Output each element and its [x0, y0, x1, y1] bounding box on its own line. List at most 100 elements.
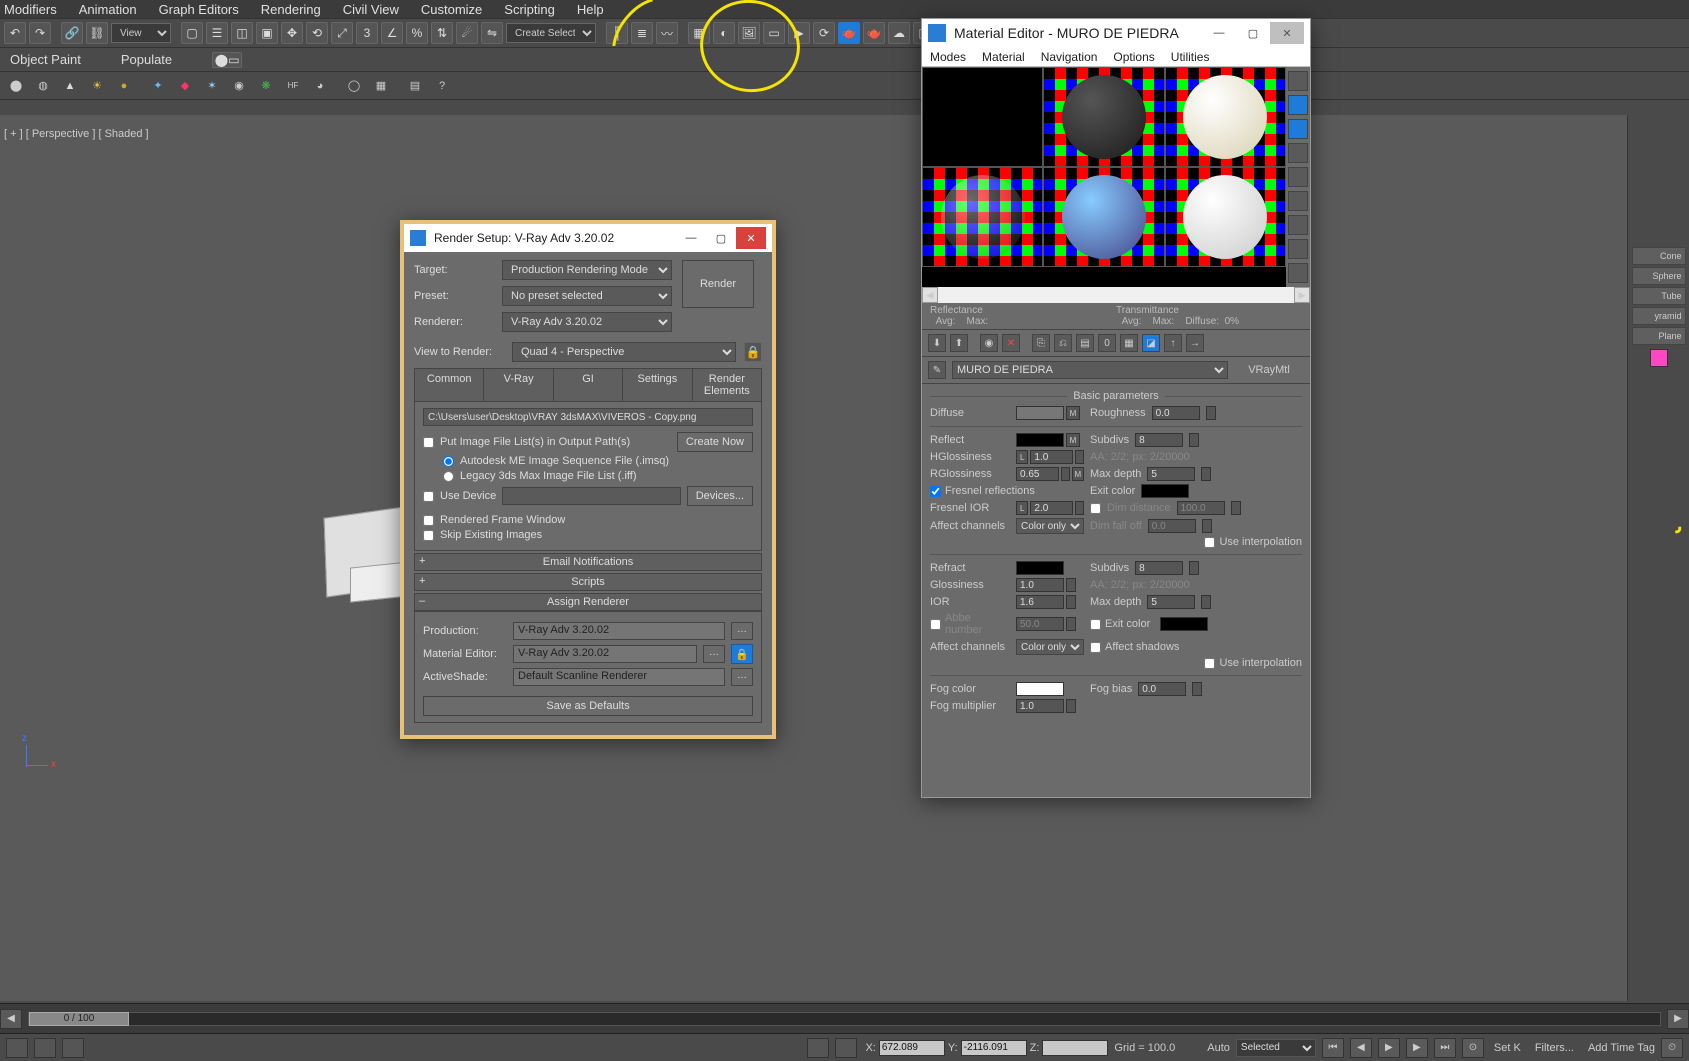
reflect-swatch[interactable] — [1016, 433, 1064, 447]
roughness-spinner[interactable]: 0.0 — [1152, 406, 1200, 420]
populate-label[interactable]: Populate — [121, 52, 172, 67]
affect-channels-select[interactable]: Color only — [1016, 518, 1084, 534]
refract-subdivs-spinner[interactable]: 8 — [1135, 561, 1183, 575]
save-as-defaults-button[interactable]: Save as Defaults — [423, 696, 753, 716]
maximize-icon[interactable]: ▢ — [706, 227, 736, 249]
rollout-email[interactable]: +Email Notifications — [414, 553, 762, 571]
diffuse-map-button[interactable]: M — [1066, 406, 1080, 420]
abbe-spinner[interactable]: 50.0 — [1016, 617, 1064, 631]
video-color-icon[interactable] — [1288, 167, 1308, 187]
color-swatch[interactable] — [1650, 349, 1668, 367]
align-icon[interactable]: ║ — [606, 22, 628, 44]
time-slider[interactable]: 0 / 100 — [28, 1012, 1661, 1026]
setkey-label[interactable]: Set K — [1494, 1042, 1521, 1054]
diffuse-swatch[interactable] — [1016, 406, 1064, 420]
make-preview-icon[interactable] — [1288, 191, 1308, 211]
reflect-subdivs-spinner[interactable]: 8 — [1135, 433, 1183, 447]
ref-coord-combo[interactable]: View — [111, 23, 171, 43]
menu-customize[interactable]: Customize — [421, 2, 482, 17]
show-map-icon[interactable]: ▦ — [1120, 334, 1138, 352]
select-region-icon[interactable]: ◫ — [231, 22, 253, 44]
material-slot-2[interactable] — [1043, 67, 1164, 167]
material-slot-4[interactable] — [922, 167, 1043, 267]
move-icon[interactable]: ✥ — [281, 22, 303, 44]
unlink-icon[interactable]: ⛓ — [86, 22, 108, 44]
viewport-caption[interactable]: [ + ] [ Perspective ] [ Shaded ] — [0, 126, 153, 142]
rollout-assign-renderer[interactable]: –Assign Renderer — [414, 593, 762, 611]
refract-exitcolor-swatch[interactable] — [1160, 617, 1208, 631]
populate-toggle-icon[interactable]: ⬤▭ — [212, 52, 242, 68]
object-paint-label[interactable]: Object Paint — [10, 52, 81, 67]
autodesk-me-radio[interactable] — [443, 456, 454, 467]
material-editor-icon[interactable]: ◐ — [713, 22, 735, 44]
ior-spinner[interactable]: 1.6 — [1016, 595, 1064, 609]
material-slot-3[interactable] — [1165, 67, 1286, 167]
roughness-spin-btns[interactable] — [1206, 406, 1216, 420]
device-field[interactable] — [502, 487, 680, 505]
glossiness-spinner[interactable]: 1.0 — [1016, 578, 1064, 592]
create-now-button[interactable]: Create Now — [677, 432, 753, 452]
oil-icon[interactable]: ◕ — [308, 74, 332, 98]
close-icon[interactable]: ✕ — [736, 227, 766, 249]
view-to-render-select[interactable]: Quad 4 - Perspective — [512, 342, 736, 362]
viewport[interactable] — [0, 115, 1689, 1001]
backlight-icon[interactable] — [1288, 95, 1308, 115]
y-coord-field[interactable] — [961, 1040, 1027, 1056]
dock-sphere[interactable]: Sphere — [1632, 267, 1686, 285]
menu-graph-editors[interactable]: Graph Editors — [159, 2, 239, 17]
snap-3-icon[interactable]: 3 — [356, 22, 378, 44]
legacy-iff-radio[interactable] — [443, 471, 454, 482]
window-crossing-icon[interactable]: ▣ — [256, 22, 278, 44]
rgloss-map-button[interactable]: M — [1072, 467, 1084, 481]
matid-icon[interactable]: 0 — [1098, 334, 1116, 352]
minimize-icon[interactable]: — — [1202, 22, 1236, 44]
menu-animation[interactable]: Animation — [79, 2, 137, 17]
sphere-01-icon[interactable]: ⬤ — [4, 74, 28, 98]
selection-filter-select[interactable]: Selected — [1236, 1039, 1316, 1057]
mateditor-lock-button[interactable]: 🔒 — [731, 644, 753, 664]
material-slot-icon[interactable]: ◯ — [342, 74, 366, 98]
curve-editor-icon[interactable]: 〰 — [656, 22, 678, 44]
particles-icon[interactable]: ✦ — [146, 74, 170, 98]
fogmult-spinner[interactable]: 1.0 — [1016, 699, 1064, 713]
tab-vray[interactable]: V-Ray — [484, 368, 553, 402]
lock-view-icon[interactable]: 🔒 — [744, 342, 762, 362]
scroll-left-icon[interactable]: ◀ — [922, 287, 938, 303]
material-slot-5[interactable] — [1043, 167, 1164, 267]
reflect-map-button[interactable]: M — [1066, 433, 1080, 447]
activeshade-browse-button[interactable]: … — [731, 668, 753, 686]
star-icon[interactable]: ✶ — [200, 74, 224, 98]
dock-tube[interactable]: Tube — [1632, 287, 1686, 305]
redo-icon[interactable]: ↷ — [29, 22, 51, 44]
dimfall-spinner[interactable]: 0.0 — [1148, 519, 1196, 533]
named-sel-icon[interactable]: ☄ — [456, 22, 478, 44]
dimdist-checkbox[interactable] — [1090, 503, 1101, 514]
sample-type-icon[interactable] — [1288, 71, 1308, 91]
sample-uv-icon[interactable] — [1288, 143, 1308, 163]
basic-params-header[interactable]: Basic parameters — [930, 390, 1302, 402]
menu-help[interactable]: Help — [577, 2, 604, 17]
material-type-button[interactable]: VRayMtl — [1234, 364, 1304, 376]
schematic-icon[interactable]: ▦ — [688, 22, 710, 44]
time-slider-thumb[interactable]: 0 / 100 — [29, 1012, 129, 1026]
mirror-icon[interactable]: ⇋ — [481, 22, 503, 44]
render-button[interactable]: Render — [682, 260, 754, 308]
lock-selection-icon[interactable] — [62, 1038, 84, 1058]
close-icon[interactable]: ✕ — [1270, 22, 1304, 44]
put-to-lib-icon[interactable]: ▤ — [1076, 334, 1094, 352]
z-coord-field[interactable] — [1042, 1040, 1108, 1056]
me-menu-modes[interactable]: Modes — [930, 50, 966, 64]
scroll-right-icon[interactable]: ▶ — [1294, 287, 1310, 303]
fresnel-ior-lock-icon[interactable]: L — [1016, 501, 1028, 515]
angle-snap-icon[interactable]: ∠ — [381, 22, 403, 44]
goto-start-icon[interactable]: ⏮ — [1322, 1038, 1344, 1058]
key-mode-icon[interactable]: ⊙ — [1462, 1038, 1484, 1058]
put-image-checkbox[interactable] — [423, 437, 434, 448]
eyedropper-icon[interactable]: ✎ — [928, 361, 946, 379]
mat-map-nav-icon[interactable] — [1288, 263, 1308, 283]
production-browse-button[interactable]: … — [731, 622, 753, 640]
use-device-checkbox[interactable] — [423, 491, 434, 502]
refract-maxdepth-spinner[interactable]: 5 — [1147, 595, 1195, 609]
dock-plane[interactable]: Plane — [1632, 327, 1686, 345]
material-name-select[interactable]: MURO DE PIEDRA — [952, 361, 1228, 379]
